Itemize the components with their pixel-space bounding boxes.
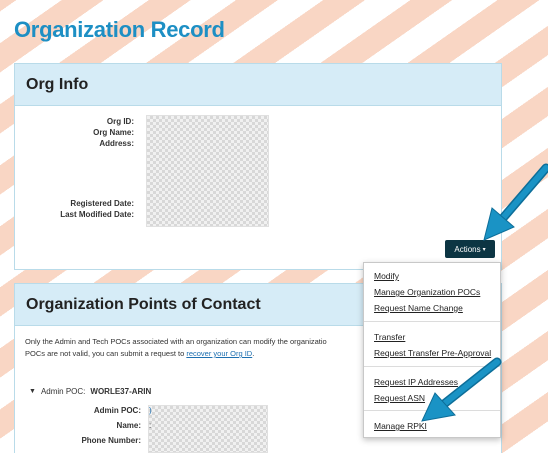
page-title: Organization Record bbox=[14, 17, 225, 42]
menu-item-transfer[interactable]: Transfer bbox=[374, 332, 405, 342]
registered-date-label: Registered Date: bbox=[70, 199, 134, 208]
actions-button-label: Actions bbox=[454, 244, 481, 254]
menu-item-request-transfer-pre-approval[interactable]: Request Transfer Pre-Approval bbox=[374, 348, 491, 358]
last-modified-date-label: Last Modified Date: bbox=[60, 210, 134, 219]
actions-button[interactable]: Actions ▾ bbox=[445, 240, 495, 258]
menu-item-modify[interactable]: Modify bbox=[374, 271, 399, 281]
triangle-down-icon: ▼ bbox=[29, 388, 36, 395]
menu-item-request-asn[interactable]: Request ASN bbox=[374, 393, 425, 403]
actions-dropdown-menu: Modify Manage Organization POCs Request … bbox=[363, 262, 501, 438]
menu-item-manage-rpki[interactable]: Manage RPKI bbox=[374, 421, 427, 431]
menu-item-request-name-change[interactable]: Request Name Change bbox=[374, 303, 463, 313]
menu-item-request-ip-addresses[interactable]: Request IP Addresses bbox=[374, 377, 458, 387]
poc-title: Organization Points of Contact bbox=[26, 295, 261, 313]
name-value-fragment: : bbox=[149, 421, 152, 430]
org-info-header: Org Info bbox=[15, 64, 501, 106]
recover-org-id-link[interactable]: recover your Org ID bbox=[186, 349, 252, 358]
admin-poc-toggle[interactable]: ▼ Admin POC: WORLE37-ARIN bbox=[29, 387, 151, 396]
poc-description-prefix: POCs are not valid, you can submit a req… bbox=[25, 349, 187, 358]
org-name-label: Org Name: bbox=[93, 128, 134, 137]
caret-down-icon: ▾ bbox=[482, 246, 486, 253]
menu-divider bbox=[364, 366, 500, 367]
poc-description-line1: Only the Admin and Tech POCs associated … bbox=[25, 337, 327, 346]
name-field-label: Name: bbox=[116, 421, 141, 430]
poc-description-suffix: . bbox=[252, 349, 255, 358]
admin-poc-toggle-label: Admin POC: bbox=[40, 387, 86, 396]
org-id-label: Org ID: bbox=[106, 117, 134, 126]
menu-divider bbox=[364, 410, 500, 411]
admin-poc-field-label: Admin POC: bbox=[93, 406, 141, 415]
redacted-poc-details bbox=[148, 405, 268, 453]
org-info-title: Org Info bbox=[26, 75, 89, 93]
address-label: Address: bbox=[99, 139, 134, 148]
menu-divider bbox=[364, 321, 500, 322]
poc-description-line2: POCs are not valid, you can submit a req… bbox=[25, 349, 254, 358]
admin-poc-link-fragment[interactable]: ) bbox=[149, 406, 152, 415]
admin-poc-handle: WORLE37-ARIN bbox=[90, 387, 152, 396]
redacted-org-details bbox=[146, 115, 269, 227]
phone-number-field-label: Phone Number: bbox=[81, 436, 141, 445]
menu-item-manage-organization-pocs[interactable]: Manage Organization POCs bbox=[374, 287, 480, 297]
